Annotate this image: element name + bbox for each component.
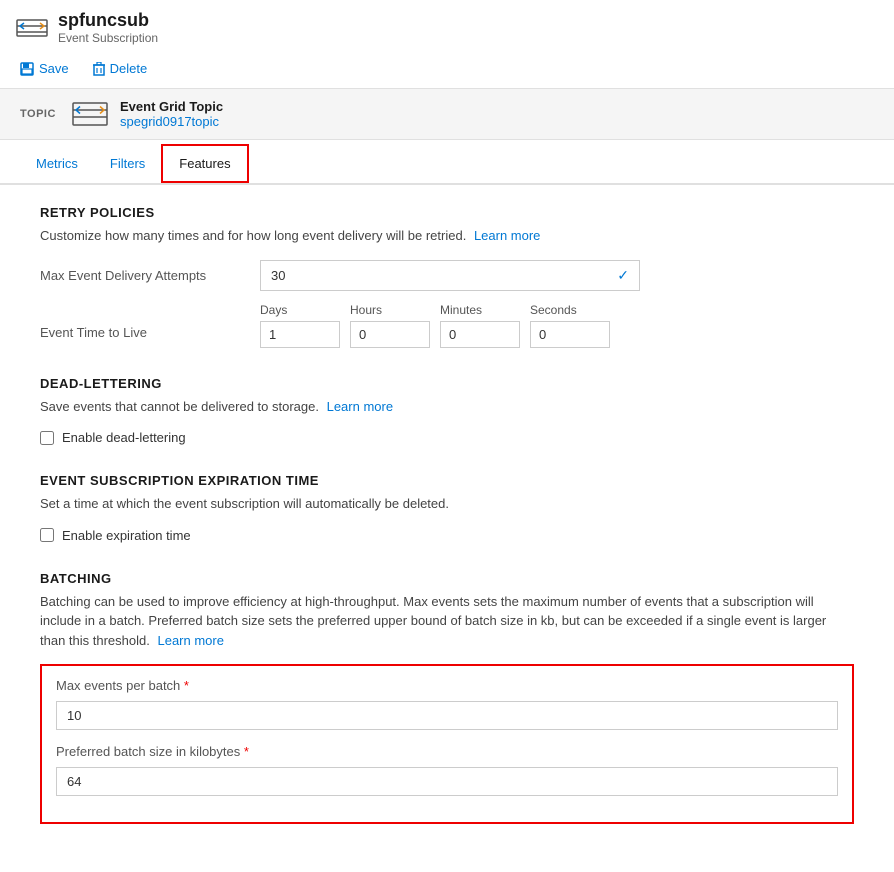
delete-button[interactable]: Delete xyxy=(89,59,152,78)
app-subtitle: Event Subscription xyxy=(58,31,158,45)
dead-lettering-checkbox[interactable] xyxy=(40,431,54,445)
topic-label: TOPIC xyxy=(20,108,60,120)
batching-learn-more-link[interactable]: Learn more xyxy=(157,633,223,648)
tab-metrics[interactable]: Metrics xyxy=(20,144,94,183)
max-attempts-row: Max Event Delivery Attempts 30 ✓ xyxy=(40,260,854,291)
retry-policies-section: RETRY POLICIES Customize how many times … xyxy=(40,205,854,348)
days-group: Days xyxy=(260,303,340,348)
max-events-required: * xyxy=(184,678,189,693)
topic-type: Event Grid Topic xyxy=(120,99,223,114)
preferred-size-field-group: Preferred batch size in kilobytes * xyxy=(56,744,838,796)
dead-lettering-section: DEAD-LETTERING Save events that cannot b… xyxy=(40,376,854,446)
preferred-size-field-label: Preferred batch size in kilobytes * xyxy=(56,744,838,759)
topic-link[interactable]: spegrid0917topic xyxy=(120,114,219,129)
expiration-checkbox-label: Enable expiration time xyxy=(62,528,191,543)
app-icon xyxy=(16,12,48,44)
ttl-row: Event Time to Live Days Hours Minutes Se… xyxy=(40,303,854,348)
hours-label: Hours xyxy=(350,303,430,317)
save-icon xyxy=(20,62,34,76)
max-attempts-label: Max Event Delivery Attempts xyxy=(40,268,240,283)
batching-desc: Batching can be used to improve efficien… xyxy=(40,592,854,651)
ttl-label: Event Time to Live xyxy=(40,303,240,340)
hours-input[interactable] xyxy=(350,321,430,348)
minutes-group: Minutes xyxy=(440,303,520,348)
dead-lettering-learn-more-link[interactable]: Learn more xyxy=(327,399,393,414)
main-content: RETRY POLICIES Customize how many times … xyxy=(0,185,894,872)
app-title-block: spfuncsub Event Subscription xyxy=(58,10,158,45)
dead-lettering-desc: Save events that cannot be delivered to … xyxy=(40,397,854,417)
max-attempts-dropdown[interactable]: 30 ✓ xyxy=(260,260,640,291)
seconds-group: Seconds xyxy=(530,303,610,348)
expiration-section: EVENT SUBSCRIPTION EXPIRATION TIME Set a… xyxy=(40,473,854,543)
topic-bar: TOPIC Event Grid Topic spegrid0917topic xyxy=(0,89,894,140)
save-button[interactable]: Save xyxy=(16,59,73,78)
retry-policies-title: RETRY POLICIES xyxy=(40,205,854,220)
seconds-input[interactable] xyxy=(530,321,610,348)
dead-lettering-title: DEAD-LETTERING xyxy=(40,376,854,391)
time-fields: Days Hours Minutes Seconds xyxy=(260,303,610,348)
days-label: Days xyxy=(260,303,340,317)
expiration-title: EVENT SUBSCRIPTION EXPIRATION TIME xyxy=(40,473,854,488)
app-title: spfuncsub xyxy=(58,10,158,31)
batching-title: BATCHING xyxy=(40,571,854,586)
batching-fields-box: Max events per batch * Preferred batch s… xyxy=(40,664,854,824)
dead-lettering-checkbox-row: Enable dead-lettering xyxy=(40,430,854,445)
preferred-size-required: * xyxy=(244,744,249,759)
topic-info: Event Grid Topic spegrid0917topic xyxy=(120,99,223,129)
delete-icon xyxy=(93,62,105,76)
tabs-bar: Metrics Filters Features xyxy=(0,144,894,185)
dead-lettering-checkbox-label: Enable dead-lettering xyxy=(62,430,186,445)
expiration-desc: Set a time at which the event subscripti… xyxy=(40,494,854,514)
retry-learn-more-link[interactable]: Learn more xyxy=(474,228,540,243)
app-header: spfuncsub Event Subscription xyxy=(16,10,878,45)
batching-section: BATCHING Batching can be used to improve… xyxy=(40,571,854,825)
minutes-label: Minutes xyxy=(440,303,520,317)
expiration-checkbox-row: Enable expiration time xyxy=(40,528,854,543)
seconds-label: Seconds xyxy=(530,303,610,317)
tab-filters[interactable]: Filters xyxy=(94,144,161,183)
dropdown-check-icon: ✓ xyxy=(617,267,629,284)
preferred-size-input[interactable] xyxy=(56,767,838,796)
retry-policies-desc: Customize how many times and for how lon… xyxy=(40,226,854,246)
days-input[interactable] xyxy=(260,321,340,348)
topic-icon xyxy=(72,100,108,128)
toolbar: Save Delete xyxy=(16,53,878,80)
tab-features[interactable]: Features xyxy=(161,144,248,183)
hours-group: Hours xyxy=(350,303,430,348)
max-events-field-label: Max events per batch * xyxy=(56,678,838,693)
max-events-field-group: Max events per batch * xyxy=(56,678,838,730)
top-bar: spfuncsub Event Subscription Save Dele xyxy=(0,0,894,89)
minutes-input[interactable] xyxy=(440,321,520,348)
expiration-checkbox[interactable] xyxy=(40,528,54,542)
max-events-input[interactable] xyxy=(56,701,838,730)
